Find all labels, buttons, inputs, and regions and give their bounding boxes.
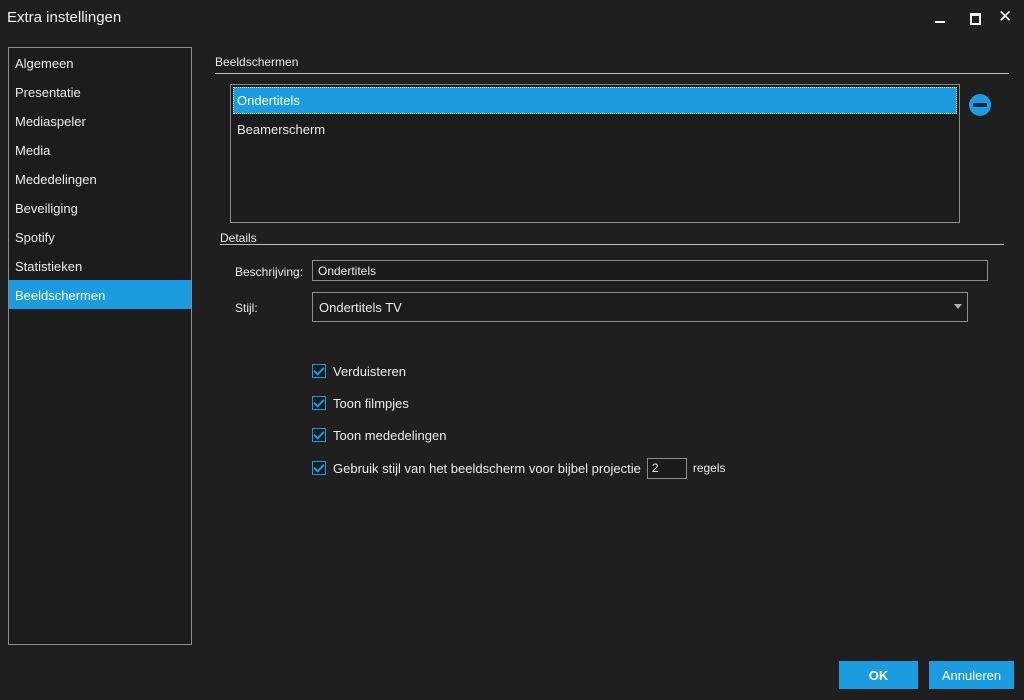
- sidebar-item-mededelingen[interactable]: Mededelingen: [9, 164, 191, 193]
- settings-nav: Algemeen Presentatie Mediaspeler Media M…: [8, 47, 192, 645]
- description-label: Beschrijving:: [235, 265, 304, 279]
- lines-input[interactable]: [646, 457, 687, 479]
- close-button[interactable]: ✕: [996, 7, 1018, 28]
- checkbox-verduisteren[interactable]: [312, 364, 326, 378]
- ok-button[interactable]: OK: [839, 661, 918, 689]
- option-toon-filmpjes[interactable]: Toon filmpjes: [312, 394, 409, 412]
- minimize-icon: [935, 21, 945, 23]
- check-icon: [313, 428, 325, 440]
- list-item-beamerscherm[interactable]: Beamerscherm: [233, 116, 957, 143]
- check-icon: [313, 461, 325, 473]
- remove-screen-button[interactable]: [969, 94, 991, 116]
- chevron-down-icon: [954, 304, 962, 309]
- option-label: Verduisteren: [333, 363, 406, 379]
- option-label: Toon mededelingen: [333, 427, 447, 443]
- title-bar: Extra instellingen ✕: [0, 0, 1024, 36]
- sidebar-item-mediaspeler[interactable]: Mediaspeler: [9, 106, 191, 135]
- style-select[interactable]: Ondertitels TV: [312, 292, 968, 322]
- option-label: Toon filmpjes: [333, 395, 409, 411]
- list-item-ondertitels[interactable]: Ondertitels: [233, 87, 957, 114]
- option-verduisteren[interactable]: Verduisteren: [312, 362, 406, 380]
- close-icon: ✕: [998, 7, 1013, 26]
- minus-icon: [973, 103, 987, 107]
- section-title-screens: Beeldschermen: [215, 55, 299, 69]
- cancel-button[interactable]: Annuleren: [929, 661, 1014, 689]
- details-divider: [220, 244, 1004, 245]
- section-title-details: Details: [220, 231, 257, 245]
- checkbox-toon-mededelingen[interactable]: [312, 428, 326, 442]
- checkbox-toon-filmpjes[interactable]: [312, 396, 326, 410]
- lines-suffix: regels: [692, 461, 726, 475]
- option-label: Gebruik stijl van het beeldscherm voor b…: [333, 460, 641, 476]
- sidebar-item-algemeen[interactable]: Algemeen: [9, 48, 191, 77]
- style-label: Stijl:: [235, 301, 258, 315]
- section-divider: [215, 73, 1009, 74]
- maximize-icon: [970, 13, 981, 25]
- sidebar-item-beveiliging[interactable]: Beveiliging: [9, 193, 191, 222]
- screens-list[interactable]: Ondertitels Beamerscherm: [230, 84, 960, 223]
- sidebar-item-spotify[interactable]: Spotify: [9, 222, 191, 251]
- option-bijbel-projectie[interactable]: Gebruik stijl van het beeldscherm voor b…: [312, 457, 726, 479]
- sidebar-item-beeldschermen[interactable]: Beeldschermen: [9, 280, 191, 309]
- check-icon: [313, 396, 325, 408]
- sidebar-item-presentatie[interactable]: Presentatie: [9, 77, 191, 106]
- style-select-value: Ondertitels TV: [319, 300, 402, 315]
- window-title: Extra instellingen: [7, 9, 122, 26]
- maximize-button[interactable]: [964, 8, 986, 28]
- sidebar-item-media[interactable]: Media: [9, 135, 191, 164]
- sidebar-item-statistieken[interactable]: Statistieken: [9, 251, 191, 280]
- minimize-button[interactable]: [930, 8, 952, 28]
- checkbox-bijbel-projectie[interactable]: [312, 461, 326, 475]
- check-icon: [313, 364, 325, 376]
- option-toon-mededelingen[interactable]: Toon mededelingen: [312, 426, 446, 444]
- description-input[interactable]: [312, 260, 988, 281]
